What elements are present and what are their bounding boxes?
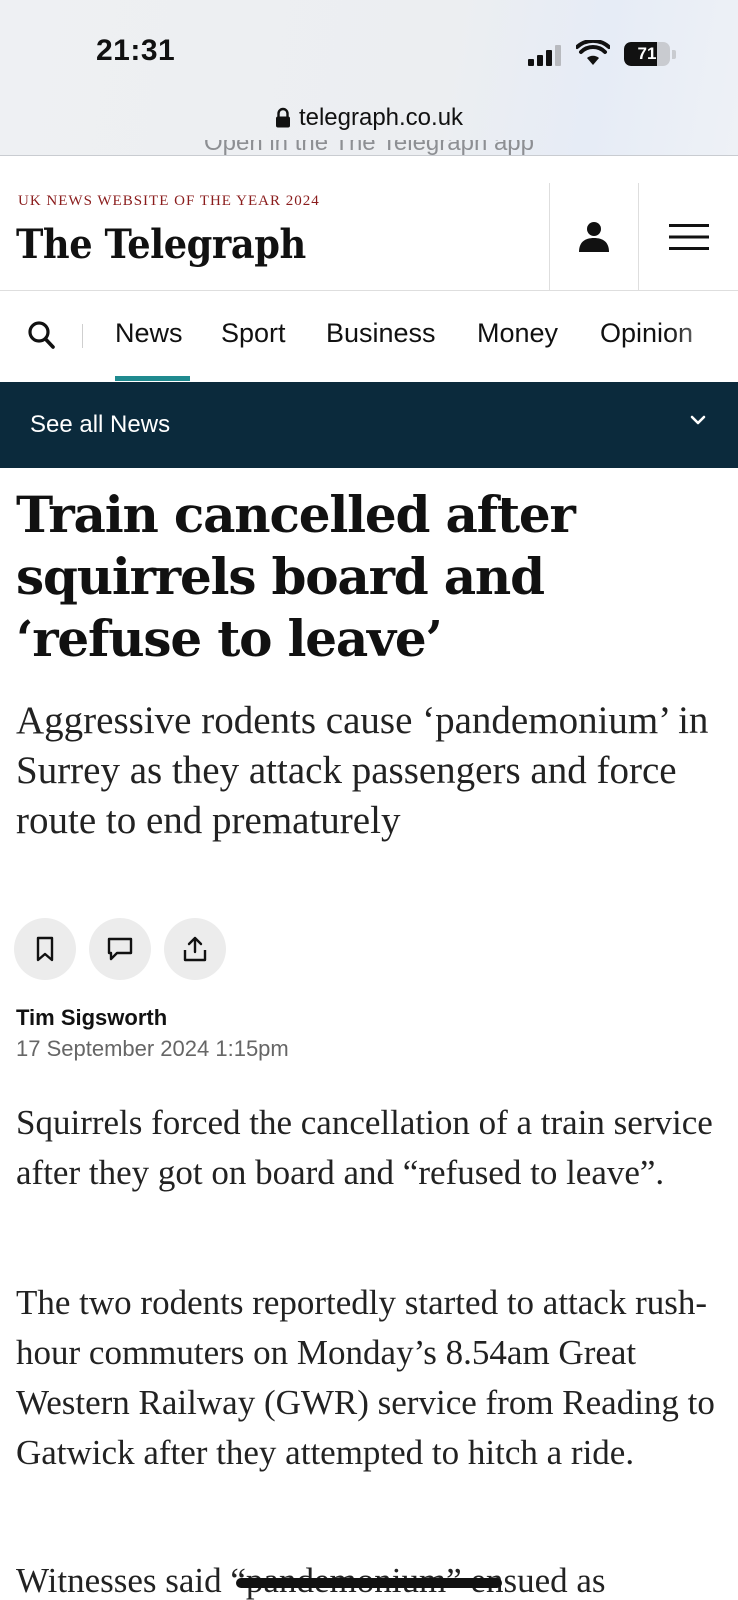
publish-date: 17 September 2024 1:15pm [16, 1036, 289, 1061]
battery-icon: 71 [624, 42, 670, 66]
award-text: UK NEWS WEBSITE OF THE YEAR 2024 [18, 193, 320, 209]
battery-level: 71 [637, 44, 657, 63]
comments-button[interactable] [89, 918, 151, 980]
share-button[interactable] [164, 918, 226, 980]
nav-item-sport[interactable]: Sport [221, 318, 286, 349]
see-all-news-label: See all News [30, 411, 171, 438]
telegraph-logo[interactable]: The Telegraph [16, 221, 306, 268]
nav-item-money[interactable]: Money [477, 318, 558, 349]
home-indicator[interactable] [236, 1578, 502, 1588]
site-header: UK NEWS WEBSITE OF THE YEAR 2024 The Tel… [0, 183, 738, 291]
open-in-app-banner[interactable]: Open in the The Telegraph app [0, 140, 738, 156]
see-all-news-bar[interactable]: See all News [0, 382, 738, 468]
status-time: 21:31 [96, 34, 176, 67]
bookmark-icon [36, 936, 54, 962]
active-tab-indicator [115, 376, 190, 381]
article-paragraph: Squirrels forced the cancellation of a t… [16, 1103, 713, 1192]
nav-separator [82, 324, 83, 348]
address-bar[interactable]: telegraph.co.uk [0, 98, 738, 138]
article-standfirst: Aggressive rodents cause ‘pandemonium’ i… [16, 699, 709, 842]
nav-item-news[interactable]: News [115, 318, 183, 349]
nav-fade [668, 292, 738, 382]
wifi-icon [576, 40, 610, 65]
lock-icon [275, 107, 290, 128]
article-headline: Train cancelled after squirrels board an… [16, 485, 576, 668]
browser-chrome: 21:31 71 telegraph.co.uk Open in the The… [0, 0, 738, 156]
nav-item-business[interactable]: Business [326, 318, 436, 349]
author-name[interactable]: Tim Sigsworth [16, 1005, 167, 1031]
section-nav: News Sport Business Money Opinion [0, 292, 738, 382]
comment-icon [107, 937, 133, 961]
chevron-down-icon[interactable] [690, 414, 706, 426]
article-paragraph: The two rodents reportedly started to at… [16, 1283, 715, 1472]
search-icon[interactable] [26, 319, 58, 353]
account-button[interactable] [550, 183, 638, 291]
battery-tip [672, 50, 676, 59]
cellular-signal-icon [528, 44, 562, 66]
hamburger-menu-icon [669, 224, 709, 250]
account-icon [579, 222, 609, 252]
save-article-button[interactable] [14, 918, 76, 980]
url-text: telegraph.co.uk [298, 104, 464, 131]
share-icon [183, 936, 207, 962]
menu-button[interactable] [639, 183, 738, 291]
